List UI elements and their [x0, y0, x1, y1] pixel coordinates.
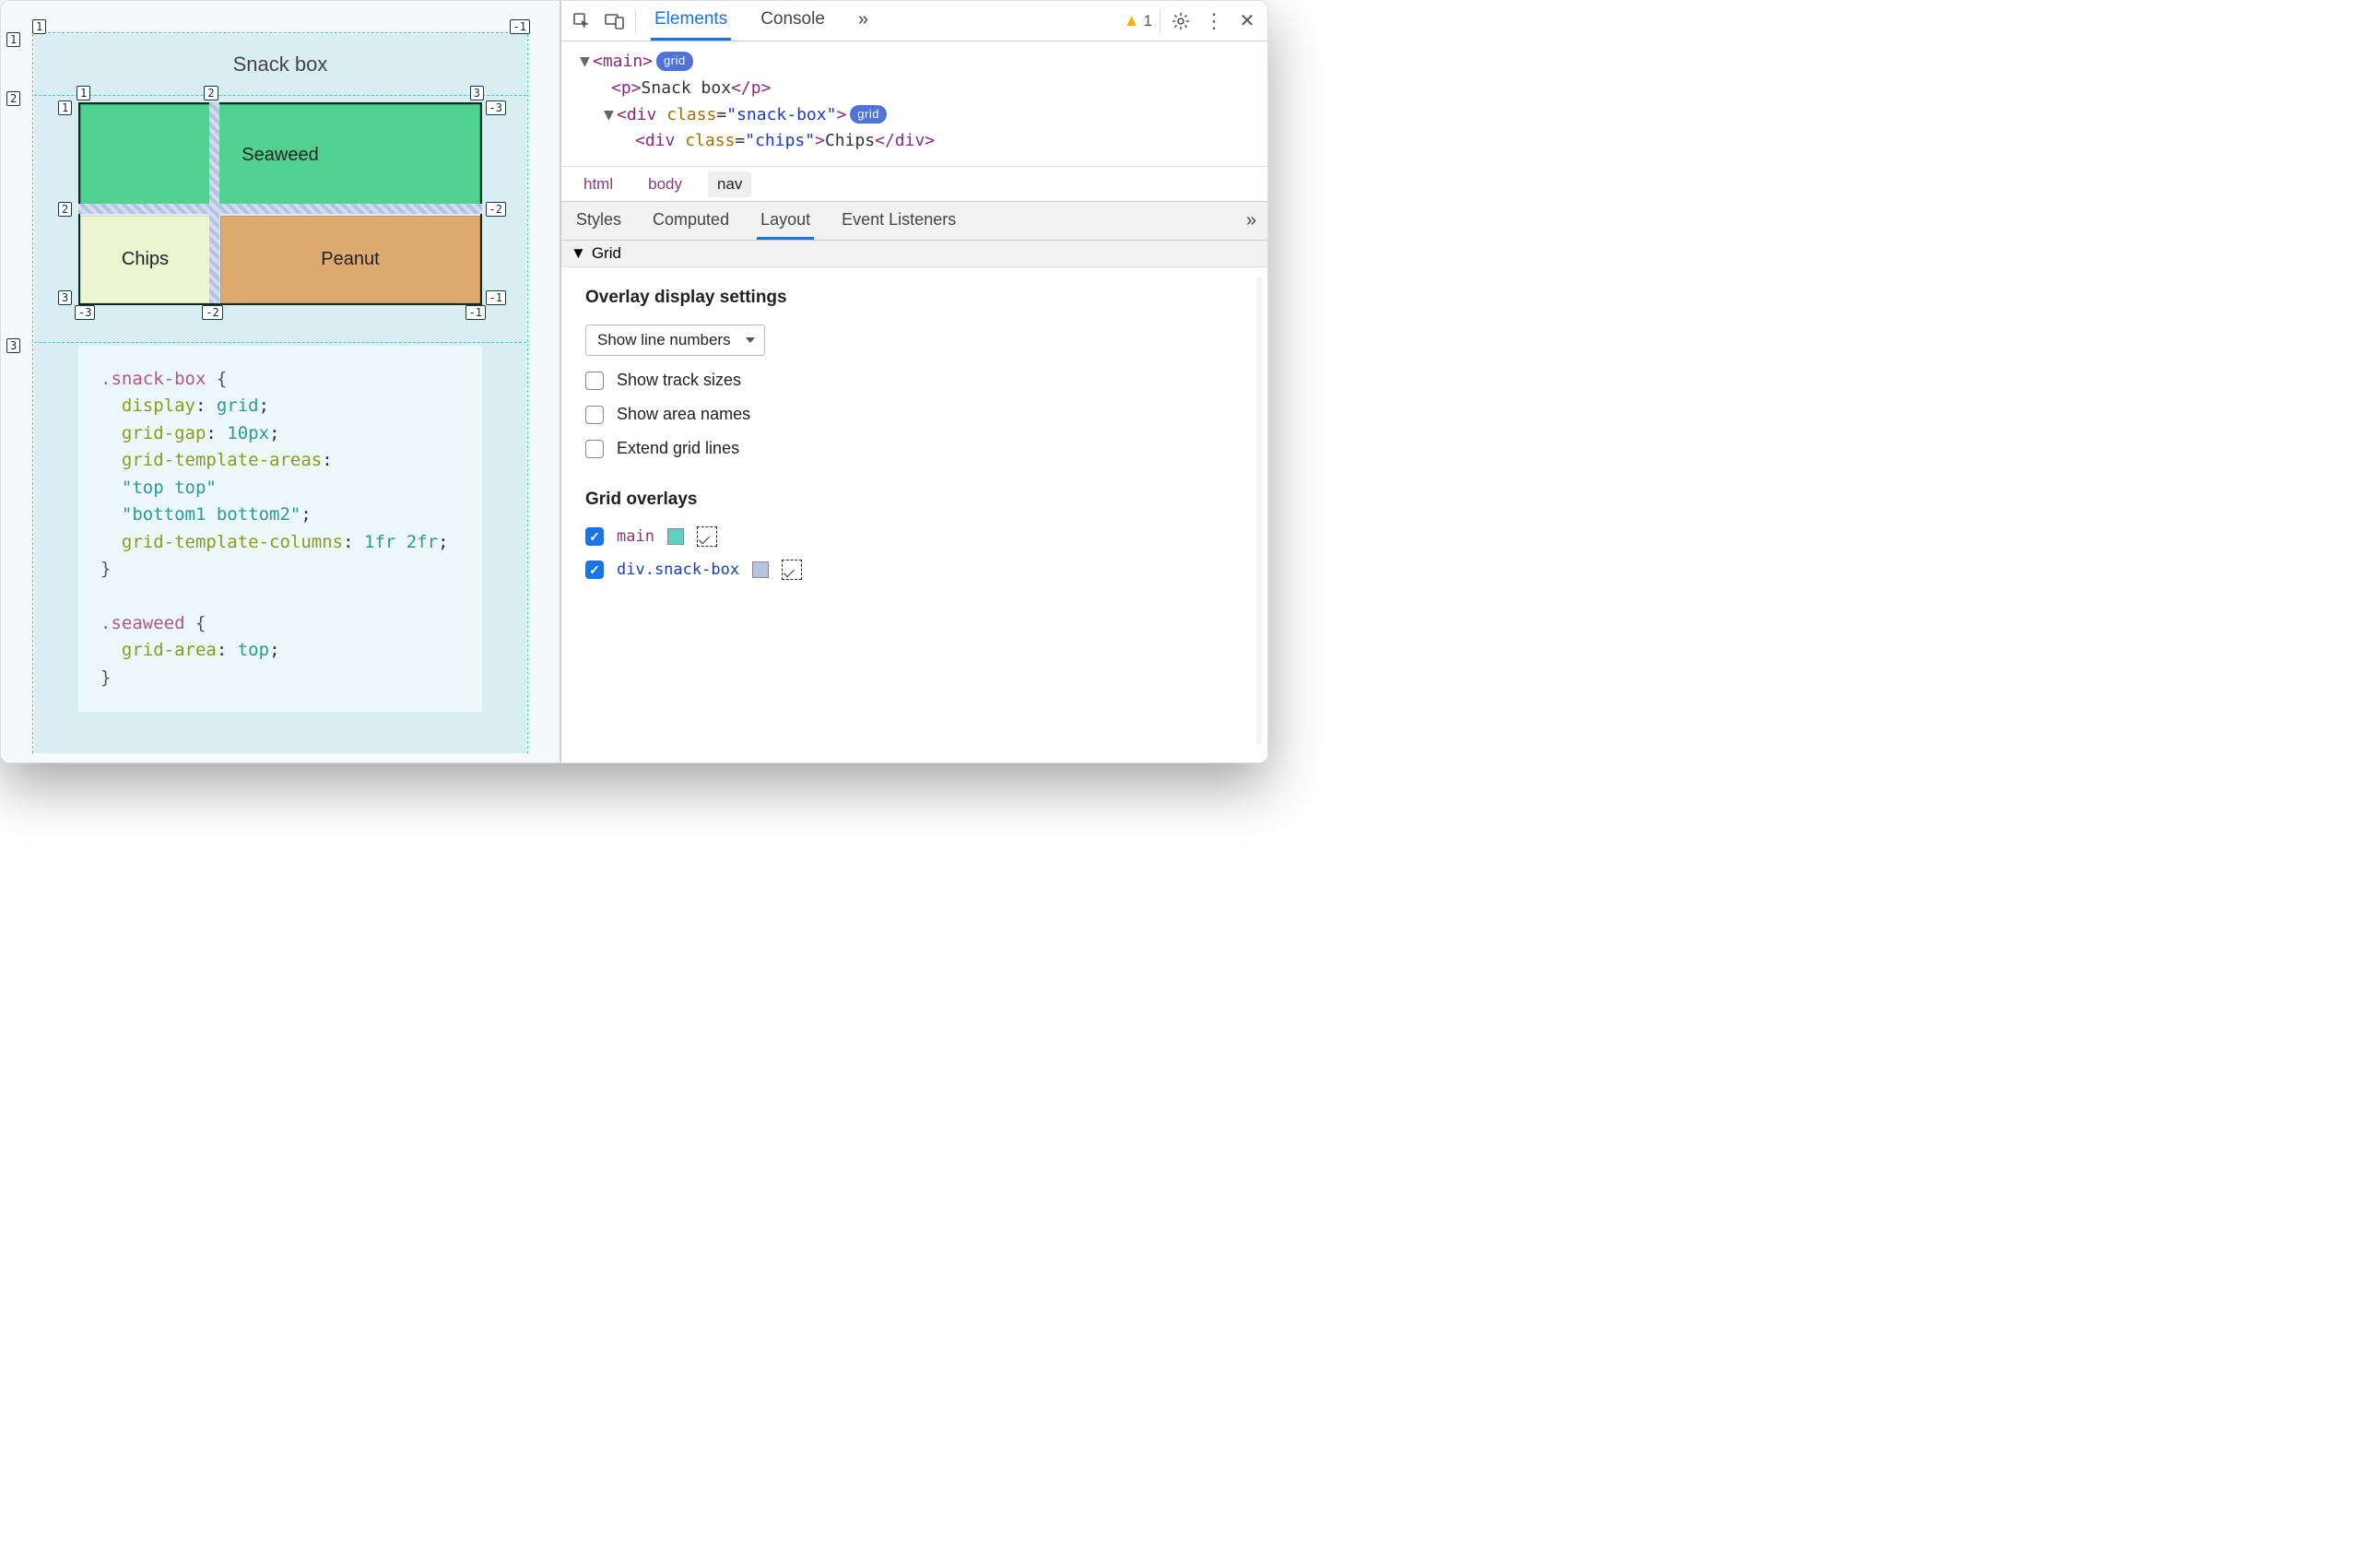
close-icon[interactable]: ✕ [1234, 8, 1260, 34]
subtab-layout[interactable]: Layout [757, 202, 814, 240]
checkbox-area-names[interactable] [585, 406, 604, 424]
checkbox-extend-lines[interactable] [585, 440, 604, 458]
grid-section-title: Grid [592, 244, 621, 263]
inspect-icon[interactable] [569, 8, 595, 34]
overlay-row-main: main [585, 526, 1243, 547]
warnings-badge[interactable]: ▲ 1 [1124, 11, 1152, 30]
line-numbers-select[interactable]: Show line numbers [585, 325, 765, 356]
subtab-styles[interactable]: Styles [572, 202, 625, 240]
device-toggle-icon[interactable] [602, 8, 628, 34]
grid-cell-seaweed: Seaweed [80, 104, 480, 206]
grid-pill: grid [656, 52, 693, 71]
linenum-outer-row: 3 [6, 338, 20, 353]
linenum: 2 [58, 202, 72, 217]
grid-pill: grid [850, 105, 887, 124]
warning-icon: ▲ [1124, 11, 1140, 30]
code-block: .snack-box { display: grid; grid-gap: 10… [78, 346, 482, 712]
tab-elements[interactable]: Elements [651, 1, 731, 41]
reveal-icon[interactable] [697, 526, 717, 547]
label-extend-lines: Extend grid lines [617, 439, 739, 458]
checkbox-overlay-snackbox[interactable] [585, 561, 604, 579]
grid-section-header[interactable]: ▼ Grid [561, 241, 1267, 267]
linenum-outer-row: 2 [6, 91, 20, 106]
linenum: -1 [486, 290, 506, 305]
warning-count: 1 [1144, 12, 1152, 30]
select-value: Show line numbers [597, 331, 731, 349]
devtools-panel: Elements Console » ▲ 1 ⋮ ✕ ▼<main>grid <… [561, 1, 1267, 762]
label-track-sizes: Show track sizes [617, 371, 741, 390]
linenum: 1 [58, 100, 72, 115]
reveal-icon[interactable] [782, 560, 802, 580]
linenum: -3 [486, 100, 506, 115]
subtab-computed[interactable]: Computed [649, 202, 733, 240]
linenum-outer-row: 1 [6, 32, 20, 47]
linenum: 2 [204, 86, 218, 100]
color-swatch[interactable] [667, 528, 684, 545]
kebab-menu-icon[interactable]: ⋮ [1201, 8, 1227, 34]
dom-tree[interactable]: ▼<main>grid <p>Snack box</p> ▼<div class… [561, 41, 1267, 167]
overlay-name[interactable]: main [617, 527, 654, 546]
scrollbar[interactable] [1253, 277, 1266, 744]
linenum: 3 [58, 290, 72, 305]
linenum: 1 [77, 86, 90, 100]
disclosure-icon: ▼ [571, 244, 586, 263]
color-swatch[interactable] [752, 561, 769, 578]
gear-icon[interactable] [1168, 8, 1194, 34]
grid-overlays-title: Grid overlays [585, 490, 1243, 510]
subtab-listeners[interactable]: Event Listeners [838, 202, 960, 240]
tabs-more-icon[interactable]: » [854, 1, 872, 41]
linenum: 3 [470, 86, 484, 100]
grid-cell-peanut: Peanut [220, 216, 480, 303]
grid-cell-chips: Chips [80, 216, 210, 303]
snack-box-grid: Seaweed Chips Peanut 1 2 3 1 2 3 -3 -2 -… [78, 102, 482, 303]
page-title: Snack box [78, 53, 482, 77]
overlay-name[interactable]: div.snack-box [617, 561, 739, 579]
linenum: -1 [465, 305, 486, 320]
checkbox-overlay-main[interactable] [585, 527, 604, 546]
label-area-names: Show area names [617, 405, 750, 424]
grid-section-body: Overlay display settings Show line numbe… [561, 267, 1267, 611]
linenum: -3 [75, 305, 95, 320]
breadcrumb: html body nav [561, 167, 1267, 202]
styles-subtabs: Styles Computed Layout Event Listeners » [561, 202, 1267, 241]
overlay-settings-title: Overlay display settings [585, 288, 1243, 308]
page-preview: Snack box Seaweed Chips Peanut 1 2 3 1 2… [1, 1, 561, 762]
checkbox-track-sizes[interactable] [585, 372, 604, 390]
subtabs-more-icon[interactable]: » [1246, 210, 1256, 231]
crumb-nav[interactable]: nav [708, 171, 751, 197]
linenum: -2 [202, 305, 222, 320]
crumb-html[interactable]: html [574, 171, 622, 197]
linenum: -2 [486, 202, 506, 217]
devtools-toolbar: Elements Console » ▲ 1 ⋮ ✕ [561, 1, 1267, 41]
crumb-body[interactable]: body [639, 171, 691, 197]
tab-console[interactable]: Console [757, 1, 829, 41]
overlay-row-snackbox: div.snack-box [585, 560, 1243, 580]
